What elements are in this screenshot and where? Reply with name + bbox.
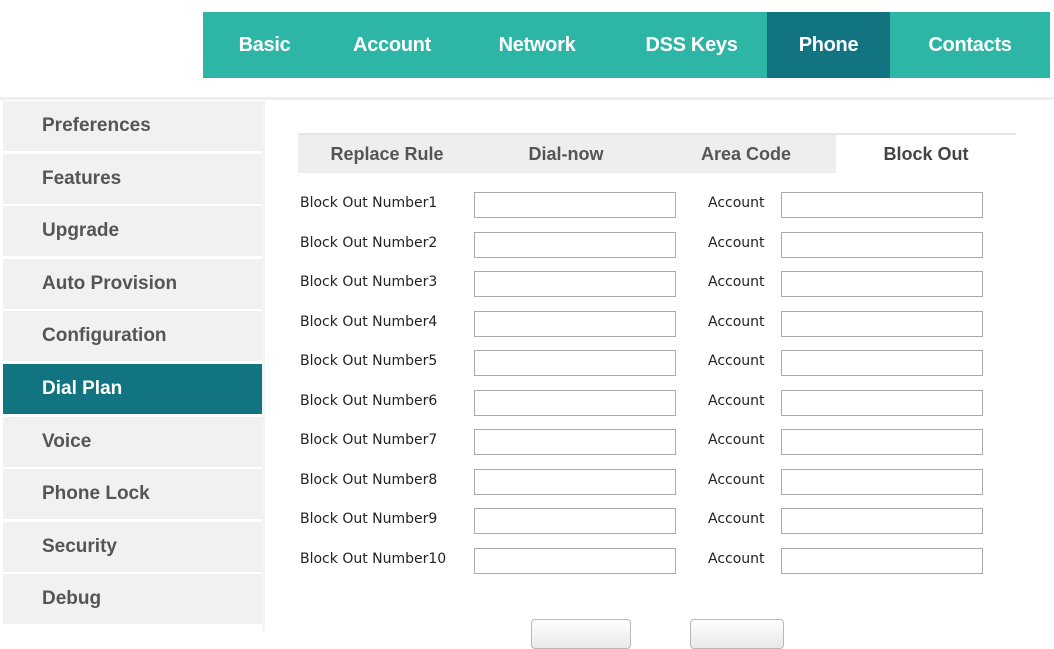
block-out-number-label: Block Out Number10 (300, 550, 447, 567)
account-label: Account (708, 511, 765, 527)
account-label: Account (708, 234, 765, 251)
block-out-number-input[interactable] (474, 508, 676, 534)
form-row: Block Out Number9 Account (300, 508, 1000, 534)
dial-plan-tabs: Replace Rule Dial-now Area Code Block Ou… (298, 133, 1016, 173)
account-label: Account (708, 195, 765, 211)
block-out-number-label: Block Out Number1 (300, 195, 438, 211)
sidebar-item-dial-plan[interactable]: Dial Plan (3, 363, 262, 414)
tab-block-out[interactable]: Block Out (836, 135, 1016, 173)
cancel-button[interactable] (690, 619, 784, 649)
block-out-number-input[interactable] (474, 350, 676, 376)
account-input[interactable] (781, 468, 983, 495)
block-out-number-input[interactable] (474, 468, 676, 495)
block-out-number-input[interactable] (474, 271, 676, 297)
account-input[interactable] (781, 310, 983, 337)
tab-dial-now[interactable]: Dial-now (476, 135, 656, 173)
form-row: Block Out Number2 Account (300, 231, 1000, 258)
block-out-number-input[interactable] (474, 389, 676, 416)
sidebar-item-debug[interactable]: Debug (3, 574, 262, 625)
account-label: Account (708, 471, 765, 488)
account-input[interactable] (781, 429, 983, 455)
nav-tab-account[interactable]: Account (326, 12, 458, 78)
block-out-number-input[interactable] (474, 192, 676, 218)
account-input[interactable] (781, 350, 983, 376)
block-out-number-input[interactable] (474, 310, 676, 337)
account-label: Account (708, 274, 765, 290)
form-row: Block Out Number7 Account (300, 429, 1000, 455)
sidebar-item-voice[interactable]: Voice (3, 416, 262, 467)
account-label: Account (708, 353, 765, 369)
header-divider (0, 97, 1054, 100)
account-input[interactable] (781, 508, 983, 534)
tab-replace-rule[interactable]: Replace Rule (298, 135, 476, 173)
block-out-number-label: Block Out Number9 (300, 511, 438, 527)
account-input[interactable] (781, 389, 983, 416)
nav-tab-phone[interactable]: Phone (767, 12, 890, 78)
form-row: Block Out Number3 Account (300, 271, 1000, 297)
tab-area-code[interactable]: Area Code (656, 135, 836, 173)
sidebar-item-phone-lock[interactable]: Phone Lock (3, 469, 262, 520)
sidebar-item-preferences[interactable]: Preferences (3, 101, 262, 151)
form-row: Block Out Number5 Account (300, 350, 1000, 376)
nav-tab-basic[interactable]: Basic (203, 12, 326, 78)
sidebar-item-configuration[interactable]: Configuration (3, 311, 262, 362)
account-label: Account (708, 432, 765, 448)
account-label: Account (708, 392, 765, 409)
confirm-button[interactable] (531, 619, 631, 649)
account-input[interactable] (781, 231, 983, 258)
account-label: Account (708, 313, 765, 330)
sidebar-divider (262, 101, 265, 631)
form-row: Block Out Number6 Account (300, 389, 1000, 416)
block-out-number-label: Block Out Number5 (300, 353, 438, 369)
account-input[interactable] (781, 192, 983, 218)
sidebar-item-security[interactable]: Security (3, 521, 262, 572)
block-out-number-label: Block Out Number7 (300, 432, 438, 448)
block-out-number-label: Block Out Number8 (300, 471, 438, 488)
block-out-number-input[interactable] (474, 231, 676, 258)
form-row: Block Out Number8 Account (300, 468, 1000, 495)
block-out-number-label: Block Out Number3 (300, 274, 438, 290)
sidebar-item-upgrade[interactable]: Upgrade (3, 206, 262, 257)
block-out-number-input[interactable] (474, 547, 676, 574)
top-navigation: Basic Account Network DSS Keys Phone Con… (203, 12, 1050, 78)
block-out-number-label: Block Out Number6 (300, 392, 438, 409)
nav-tab-dss-keys[interactable]: DSS Keys (616, 12, 767, 78)
sidebar: Preferences Features Upgrade Auto Provis… (3, 101, 262, 631)
form-row: Block Out Number4 Account (300, 310, 1000, 337)
block-out-number-label: Block Out Number2 (300, 234, 438, 251)
sidebar-item-features[interactable]: Features (3, 153, 262, 204)
form-row: Block Out Number10 Account (300, 547, 1000, 574)
account-input[interactable] (781, 547, 983, 574)
block-out-number-input[interactable] (474, 429, 676, 455)
account-input[interactable] (781, 271, 983, 297)
block-out-number-label: Block Out Number4 (300, 313, 438, 330)
nav-tab-network[interactable]: Network (458, 12, 616, 78)
nav-tab-contacts[interactable]: Contacts (890, 12, 1050, 78)
sidebar-item-auto-provision[interactable]: Auto Provision (3, 258, 262, 309)
account-label: Account (708, 550, 765, 567)
form-row: Block Out Number1 Account (300, 192, 1000, 218)
